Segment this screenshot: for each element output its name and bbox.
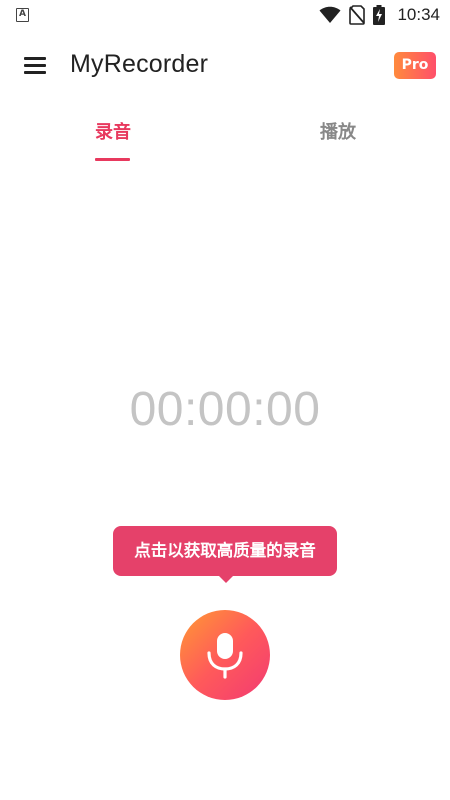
status-bar: A 10:34 <box>0 0 450 30</box>
status-time: 10:34 <box>397 5 440 24</box>
wifi-icon <box>319 6 341 23</box>
active-tab-indicator <box>95 158 130 161</box>
battery-charging-icon <box>373 5 386 25</box>
microphone-icon <box>207 633 243 679</box>
recording-timer: 00:00:00 <box>129 383 321 436</box>
tab-playback[interactable]: 播放 <box>309 118 367 162</box>
tab-record[interactable]: 录音 <box>84 118 142 162</box>
record-button[interactable] <box>180 610 270 700</box>
app-title: MyRecorder <box>70 50 209 78</box>
record-hint-tooltip: 点击以获取高质量的录音 <box>113 526 337 576</box>
pro-badge-button[interactable]: Pro <box>394 52 436 79</box>
hamburger-menu-icon[interactable] <box>20 52 50 80</box>
tab-bar: 录音 播放 <box>0 110 450 162</box>
no-sim-icon <box>349 5 366 25</box>
accessibility-notification-icon: A <box>16 8 29 22</box>
tooltip-arrow <box>217 574 235 583</box>
app-bar: MyRecorder Pro <box>0 38 450 94</box>
status-icons: 10:34 <box>319 4 440 26</box>
